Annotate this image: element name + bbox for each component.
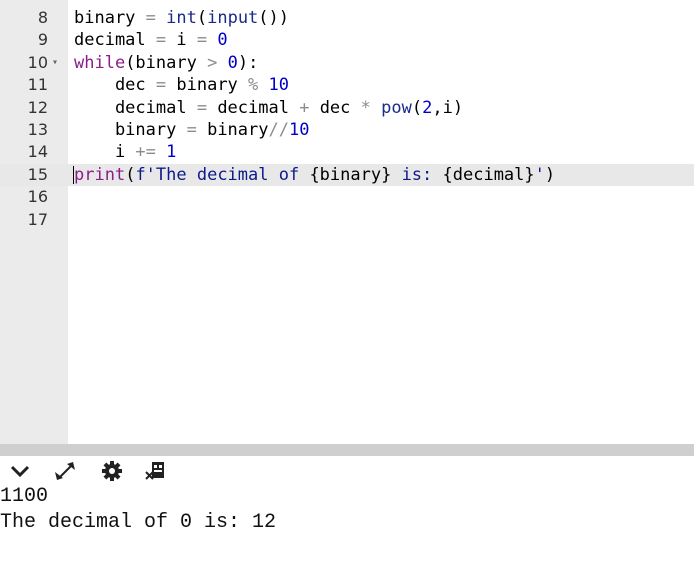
line-number: 8 [37, 8, 48, 27]
pane-splitter[interactable] [0, 444, 694, 456]
code-text: while(binary > 0): [74, 52, 258, 74]
line-number: 10 [27, 52, 48, 72]
line-number: 9 [37, 30, 48, 50]
code-line[interactable]: 11 dec = binary % 10 [0, 74, 694, 96]
collapse-chevron-icon[interactable] [8, 460, 32, 482]
clear-console-icon[interactable] [144, 460, 168, 482]
line-number: 14 [27, 142, 48, 162]
code-token: += [135, 142, 156, 163]
code-token: = [186, 120, 197, 140]
code-token: 10 [268, 75, 290, 96]
code-token: dec [74, 75, 156, 96]
code-text: print(f'The decimal of {binary} is: {dec… [74, 164, 555, 186]
code-token: input [207, 8, 259, 28]
code-token: ): [237, 52, 259, 73]
code-token: is: [391, 164, 443, 185]
line-number: 13 [27, 120, 48, 139]
code-text: binary = binary//10 [74, 119, 310, 141]
code-token: {decimal} [442, 164, 535, 185]
line-number: 15 [27, 164, 48, 184]
code-token: ) [544, 164, 556, 185]
code-token: print [74, 164, 126, 185]
code-token: decimal [74, 30, 146, 51]
code-token: = [145, 30, 177, 51]
code-token: = [155, 75, 167, 96]
settings-gear-icon[interactable] [100, 460, 124, 482]
line-number: 17 [27, 209, 48, 229]
code-token: = [135, 8, 167, 28]
code-token: decimal [207, 97, 300, 118]
code-line[interactable]: 14 i += 1 [0, 141, 694, 163]
code-token: binary [74, 120, 187, 140]
code-token: ' [534, 164, 545, 185]
code-line[interactable]: 12 decimal = decimal + dec * pow(2,i) [0, 97, 694, 119]
code-editor[interactable]: 8 binary = int(input()) 9 decimal = i = 0 10… [0, 0, 694, 444]
code-token: // [268, 120, 289, 140]
code-text: dec = binary % 10 [74, 74, 289, 96]
code-token: binary [196, 120, 269, 140]
line-number: 16 [27, 187, 48, 207]
code-token: % [248, 75, 259, 96]
code-line[interactable]: 15 print(f'The decimal of {binary} is: {d… [0, 163, 694, 186]
code-token: = [196, 97, 208, 118]
code-token: i [74, 142, 136, 163]
fold-toggle-icon[interactable]: ▾ [52, 52, 58, 74]
code-token: dec [309, 97, 361, 118]
code-line[interactable]: 16 [0, 186, 694, 208]
code-token: = [186, 30, 218, 51]
code-token: * [360, 97, 371, 118]
code-token: 0 [217, 30, 228, 51]
code-token: (binary [125, 52, 208, 73]
code-token: int [166, 8, 197, 28]
code-token: 1 [166, 142, 177, 163]
code-token: f'The decimal of [135, 164, 310, 185]
console-output-line: The decimal of 0 is: 12 [0, 511, 277, 534]
code-token: while [74, 52, 126, 73]
code-line[interactable]: 13 binary = binary//10 [0, 119, 694, 141]
code-token: {binary} [309, 164, 392, 185]
code-line[interactable]: 17 [0, 209, 694, 231]
code-token: decimal [74, 97, 197, 118]
code-token: ( [411, 97, 423, 118]
code-token: + [299, 97, 310, 118]
code-token: 10 [288, 120, 310, 140]
code-token: ( [125, 164, 136, 185]
code-text: binary = int(input()) [74, 7, 289, 29]
code-text: decimal = i = 0 [74, 29, 228, 51]
code-token: ,i) [432, 97, 464, 118]
line-number: 12 [27, 97, 48, 117]
code-line[interactable]: 8 binary = int(input()) [0, 7, 694, 29]
console-panel: 1100 The decimal of 0 is: 12 [0, 456, 694, 562]
code-token: > [207, 52, 218, 73]
expand-arrows-icon[interactable] [54, 460, 78, 482]
code-token: i [176, 30, 187, 51]
console-output-line: 1100 [0, 485, 49, 508]
code-text: decimal = decimal + dec * pow(2,i) [74, 97, 463, 119]
console-toolbar [0, 456, 694, 486]
code-line[interactable]: 10 ▾ while(binary > 0): [0, 52, 694, 74]
code-token: 0 [227, 52, 238, 73]
code-token: ()) [258, 8, 290, 28]
code-token: 2 [422, 97, 433, 118]
line-number: 11 [27, 75, 48, 95]
code-text: i += 1 [74, 141, 176, 163]
code-token: ( [196, 8, 208, 28]
code-token: binary [166, 75, 249, 96]
code-token: pow [381, 97, 412, 118]
text-cursor [73, 165, 74, 184]
code-token: binary [74, 8, 136, 28]
code-line[interactable]: 9 decimal = i = 0 [0, 29, 694, 51]
